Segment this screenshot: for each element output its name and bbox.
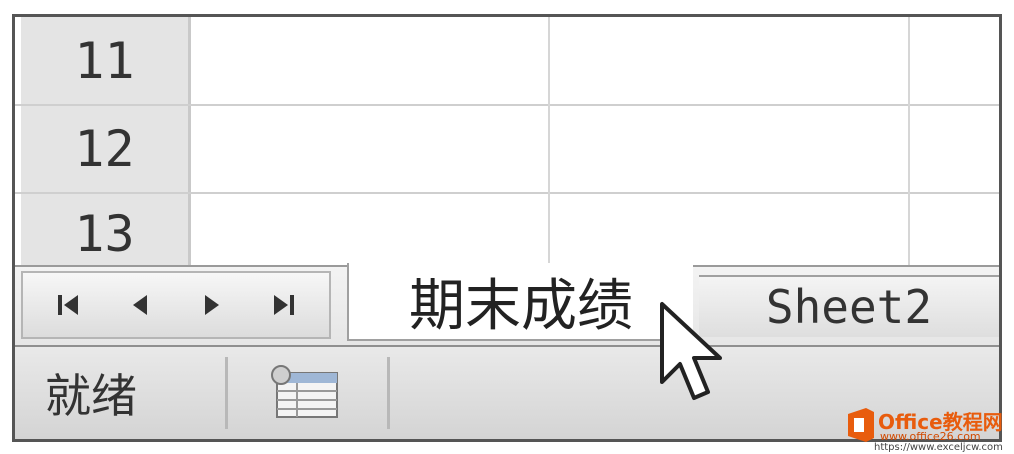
table-row: 12: [15, 105, 999, 193]
table-row: 11: [15, 17, 999, 105]
watermark-url-secondary: https://www.exceljcw.com: [874, 442, 1003, 453]
table-row: 13: [15, 193, 999, 265]
row-header-11[interactable]: 11: [21, 17, 191, 105]
watermark: Office教程网 www.office26.com https://www.e…: [844, 404, 1014, 454]
sheet-navigation: [21, 271, 331, 339]
record-macro-icon: [271, 365, 338, 418]
mouse-pointer-icon: [660, 302, 722, 400]
office-logo-icon: [848, 408, 874, 442]
status-ready-label: 就绪: [45, 369, 137, 423]
next-sheet-button[interactable]: [186, 279, 238, 331]
status-divider: [387, 357, 390, 429]
record-macro-button[interactable]: [267, 365, 343, 423]
sheet-tab-sheet2[interactable]: Sheet2: [699, 275, 999, 337]
next-sheet-icon: [204, 295, 219, 315]
excel-window: 11 12 13 期末成绩 Sheet2 就绪: [12, 14, 1002, 442]
last-sheet-button[interactable]: [257, 279, 309, 331]
worksheet-grid: 11 12 13: [15, 17, 999, 265]
sheet-tab-bar: 期末成绩 Sheet2: [15, 263, 999, 345]
first-sheet-icon: [57, 295, 78, 315]
gridline: [908, 17, 910, 265]
last-sheet-icon: [274, 295, 295, 315]
row-header-13[interactable]: 13: [21, 193, 191, 265]
sheet-tab-active[interactable]: 期末成绩: [347, 263, 693, 341]
gridline: [548, 17, 550, 265]
status-divider: [225, 357, 228, 429]
gridline: [15, 104, 999, 106]
previous-sheet-icon: [133, 295, 148, 315]
row-header-12[interactable]: 12: [21, 105, 191, 193]
first-sheet-button[interactable]: [43, 279, 95, 331]
previous-sheet-button[interactable]: [114, 279, 166, 331]
gridline: [15, 192, 999, 194]
